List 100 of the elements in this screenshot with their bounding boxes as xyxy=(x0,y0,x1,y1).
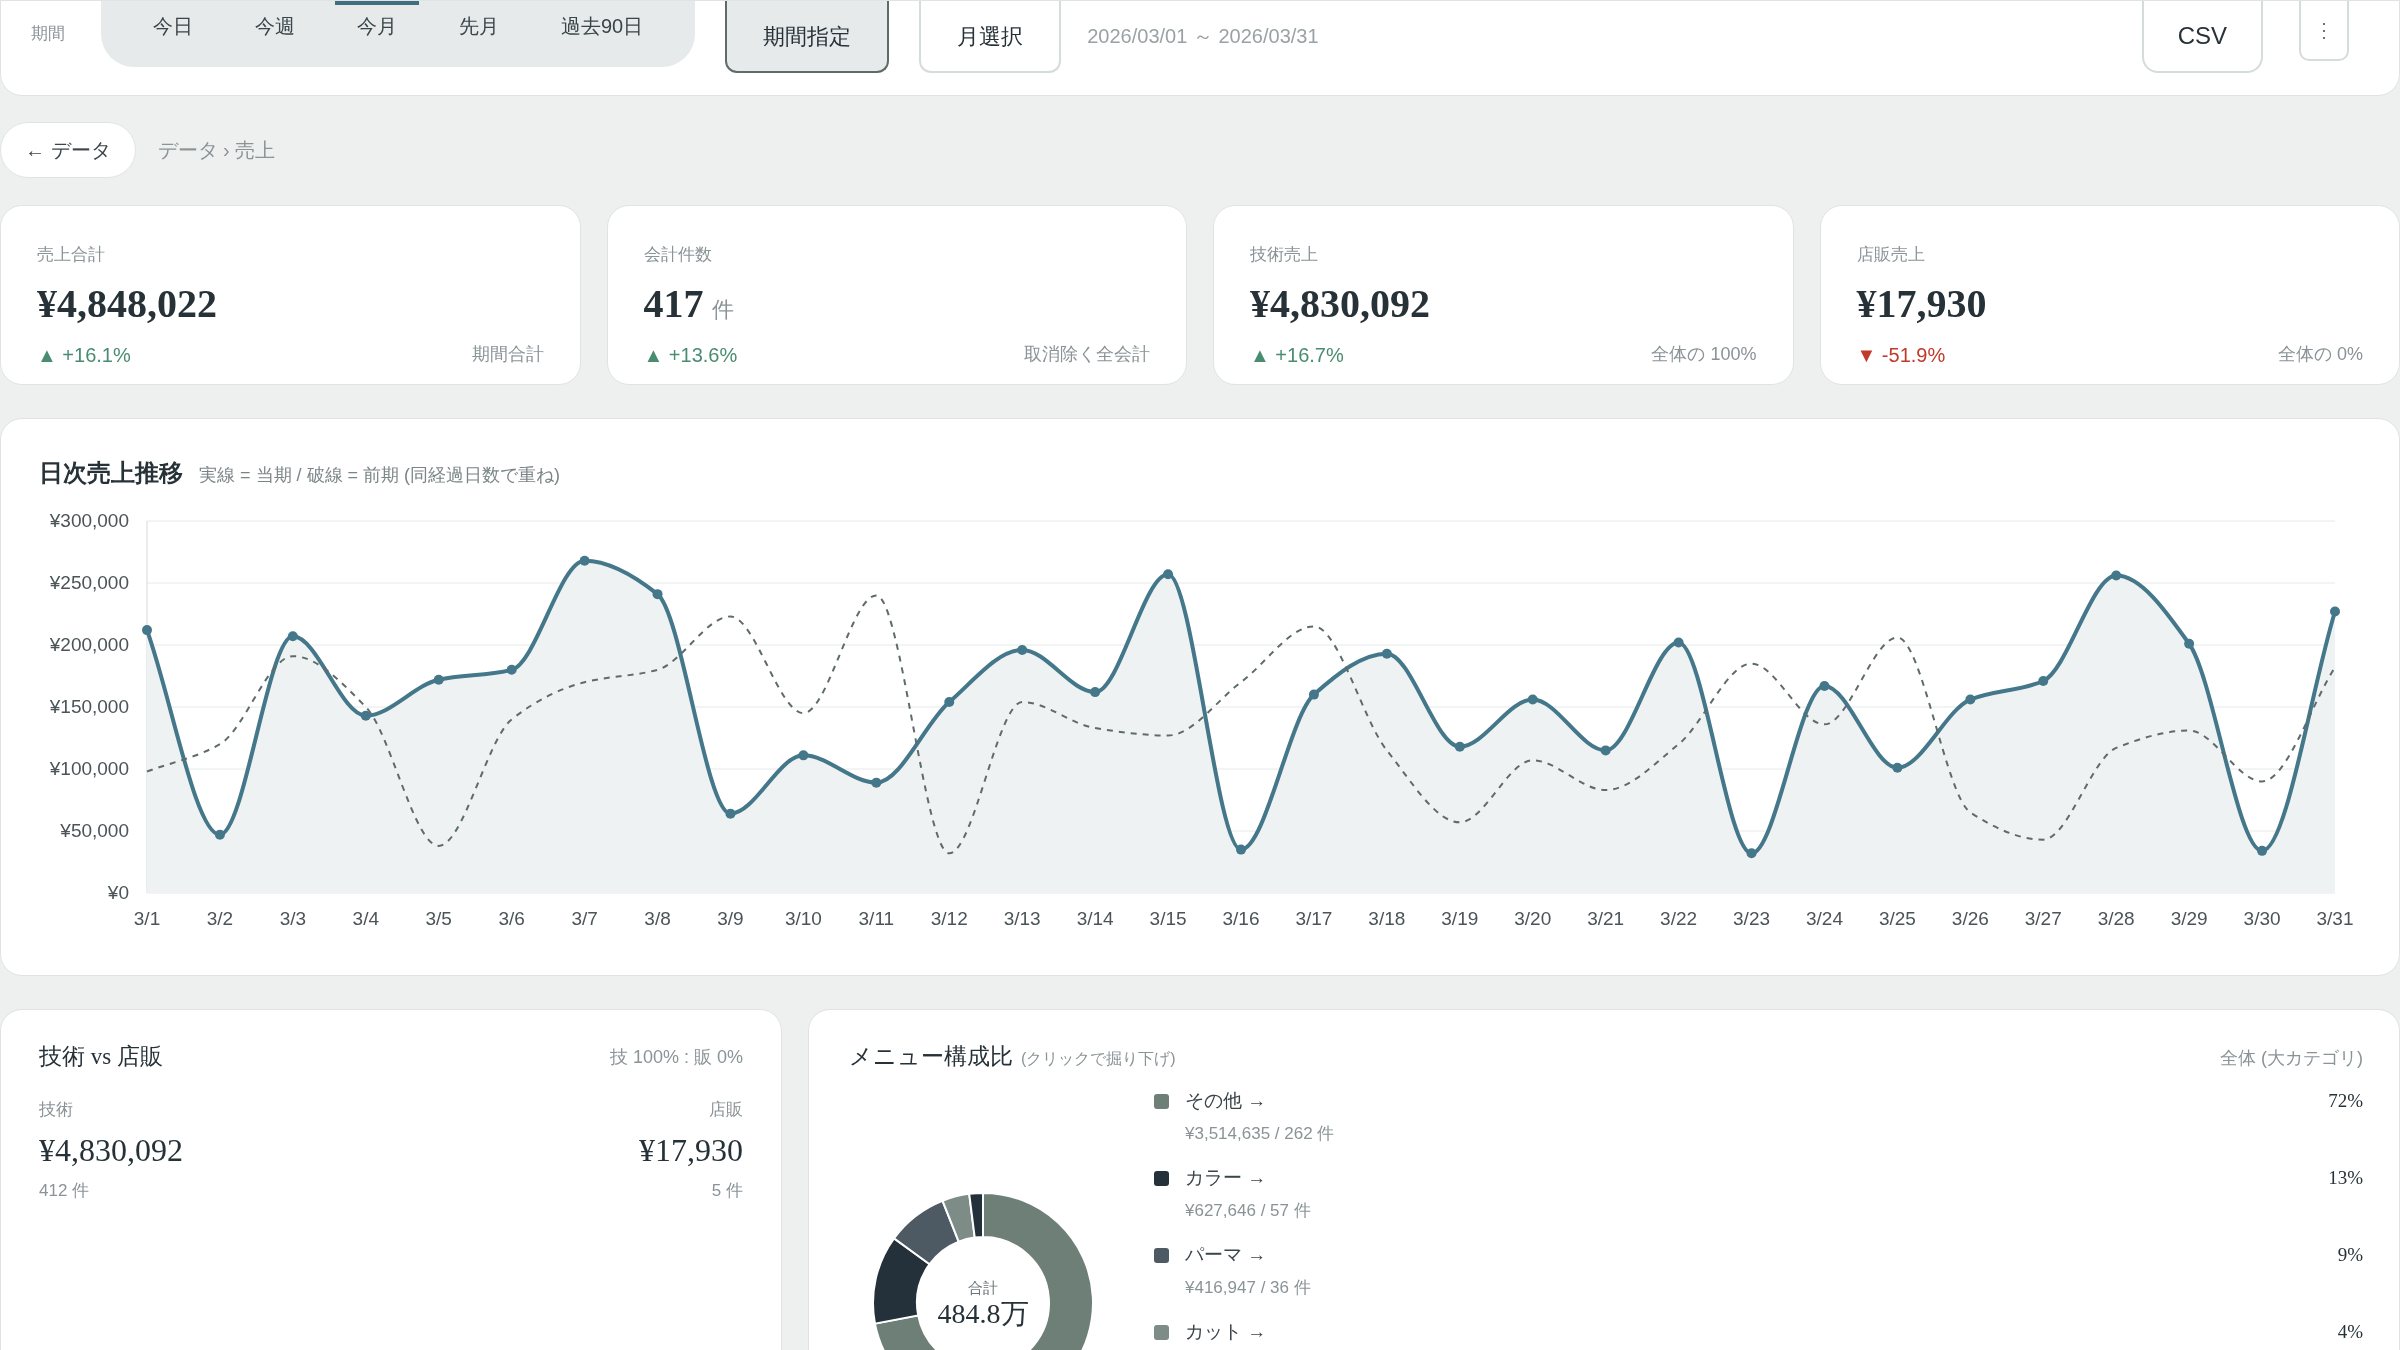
category-percent: 72% xyxy=(2328,1089,2363,1114)
point xyxy=(1965,694,1976,705)
point xyxy=(506,664,517,675)
period-tab[interactable]: 今月 xyxy=(335,1,419,47)
point xyxy=(871,777,882,788)
kpi-change: ▲ +16.1% xyxy=(37,342,131,368)
x-axis-label: 3/20 xyxy=(1514,908,1552,929)
category-link[interactable]: カラー → xyxy=(1185,1164,1267,1193)
category-link[interactable]: その他 → xyxy=(1185,1087,1267,1116)
kpi-value: ¥17,930 xyxy=(1856,279,1987,328)
more-button[interactable]: ⋮ xyxy=(2299,1,2349,61)
x-axis-label: 3/19 xyxy=(1441,908,1479,929)
kpi-note: 期間合計 xyxy=(471,343,544,366)
category-detail: ¥627,646 / 57 件 xyxy=(1185,1199,1312,1222)
point xyxy=(142,625,152,636)
x-axis-label: 3/22 xyxy=(1660,908,1698,929)
split-value: ¥17,930 xyxy=(639,1131,743,1170)
point xyxy=(360,710,371,721)
point xyxy=(1819,680,1830,691)
donut-center-value: 484.8万 xyxy=(937,1299,1029,1328)
point xyxy=(1163,569,1174,580)
kpi-value: 417 xyxy=(643,279,704,328)
point xyxy=(1017,644,1028,655)
point xyxy=(1090,687,1101,698)
x-axis-label: 3/29 xyxy=(2170,908,2208,929)
y-axis-label: ¥300,000 xyxy=(49,510,129,531)
point xyxy=(2257,845,2268,856)
point xyxy=(214,829,225,840)
point xyxy=(1308,689,1319,700)
x-axis-label: 3/31 xyxy=(2316,908,2354,929)
kpi-label: 技術売上 xyxy=(1250,244,1319,266)
chart-subtitle: 実線 = 当期 / 破線 = 前期 (同経過日数で重ね) xyxy=(199,464,561,487)
x-axis-label: 3/24 xyxy=(1805,908,1843,929)
x-axis-label: 3/7 xyxy=(571,908,598,929)
category-detail: ¥416,947 / 36 件 xyxy=(1185,1276,1312,1299)
kpi-label: 売上合計 xyxy=(37,244,106,266)
x-axis-label: 3/23 xyxy=(1733,908,1771,929)
period-button[interactable]: 期間指定 xyxy=(725,1,890,73)
x-axis-label: 3/12 xyxy=(930,908,968,929)
x-axis-label: 3/27 xyxy=(2024,908,2062,929)
point xyxy=(433,674,444,685)
x-axis-label: 3/11 xyxy=(858,908,895,929)
kpi-note: 取消除く全会計 xyxy=(1024,343,1150,366)
split-label: 技術 xyxy=(39,1098,73,1121)
y-axis-label: ¥200,000 xyxy=(49,634,129,655)
point xyxy=(2330,606,2340,617)
back-button[interactable]: ← データ xyxy=(0,122,136,178)
kpi-note: 全体の 0% xyxy=(2277,343,2363,366)
ratio-text: 技 100% : 販 0% xyxy=(609,1045,743,1069)
point xyxy=(652,589,663,600)
x-axis-label: 3/21 xyxy=(1587,908,1625,929)
point xyxy=(1381,648,1392,659)
period-tab[interactable]: 今週 xyxy=(233,1,317,47)
kpi-change: ▲ +13.6% xyxy=(643,342,738,368)
period-label: 期間 xyxy=(31,23,66,45)
x-axis-label: 3/26 xyxy=(1951,908,1989,929)
card-title: 技術 vs 店販 xyxy=(39,1043,163,1071)
breadcrumb: データ › 売上 xyxy=(157,138,276,163)
x-axis-label: 3/10 xyxy=(784,908,822,929)
point xyxy=(579,555,590,566)
category-percent: 13% xyxy=(2328,1166,2363,1191)
point xyxy=(1746,848,1757,859)
y-axis-label: ¥0 xyxy=(107,882,129,903)
card-title: メニュー構成比 xyxy=(849,1043,1013,1071)
kpi-change: ▲ +16.7% xyxy=(1250,342,1344,368)
y-axis-label: ¥250,000 xyxy=(49,572,129,593)
x-axis-label: 3/8 xyxy=(644,908,671,929)
x-axis-label: 3/18 xyxy=(1368,908,1406,929)
x-axis-label: 3/14 xyxy=(1076,908,1114,929)
donut-slice[interactable] xyxy=(941,1192,976,1243)
point xyxy=(287,631,298,642)
kpi-value: ¥4,830,092 xyxy=(1250,279,1430,328)
point xyxy=(2111,570,2122,581)
x-axis-label: 3/16 xyxy=(1222,908,1260,929)
x-axis-label: 3/28 xyxy=(2097,908,2135,929)
x-axis-label: 3/1 xyxy=(133,908,161,929)
x-axis-label: 3/13 xyxy=(1003,908,1041,929)
point xyxy=(2038,675,2049,686)
split-count: 5 件 xyxy=(711,1180,743,1202)
category-detail: ¥3,514,635 / 262 件 xyxy=(1185,1122,1336,1145)
card-hint: (クリックで掘り下げ) xyxy=(1021,1049,1176,1069)
kpi-change: ▼ -51.9% xyxy=(1856,342,1946,368)
period-tab[interactable]: 今日 xyxy=(131,1,215,47)
split-count: 412 件 xyxy=(39,1180,90,1202)
y-axis-label: ¥100,000 xyxy=(49,758,129,779)
x-axis-label: 3/25 xyxy=(1878,908,1916,929)
x-axis-label: 3/17 xyxy=(1295,908,1333,929)
period-button[interactable]: 月選択 xyxy=(919,1,1062,73)
x-axis-label: 3/9 xyxy=(717,908,744,929)
point xyxy=(1454,741,1465,752)
y-axis-label: ¥150,000 xyxy=(49,696,129,717)
point xyxy=(944,697,955,708)
csv-button[interactable]: CSV xyxy=(2141,1,2263,73)
category-link[interactable]: パーマ → xyxy=(1185,1241,1267,1270)
category-link[interactable]: カット → xyxy=(1185,1318,1267,1347)
period-tab[interactable]: 先月 xyxy=(437,1,521,47)
donut-slice[interactable] xyxy=(893,1199,960,1265)
point xyxy=(1892,762,1903,773)
split-label: 店販 xyxy=(709,1098,743,1121)
period-tab[interactable]: 過去90日 xyxy=(539,1,666,47)
